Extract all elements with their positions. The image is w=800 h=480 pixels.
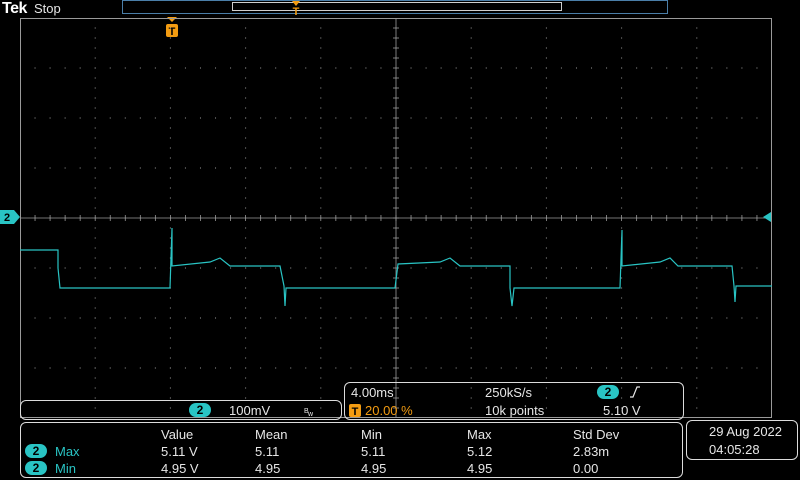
measurement-std-dev: 2.83m [573,444,610,459]
measurement-max: 4.95 [467,461,493,476]
measurement-value: 4.95 V [161,461,199,476]
timebase-panel[interactable]: 4.00ms 250kS/s 2 T 20.00 % 10k points 5.… [344,382,684,420]
measurement-value: 5.11 V [161,444,198,459]
measurement-mean: 4.95 [255,461,281,476]
header-mean: Mean [255,427,288,442]
measurement-name: Max [55,444,80,459]
header-min: Min [361,427,382,442]
measurement-min: 5.11 [361,444,386,459]
svg-text:w: w [307,411,314,417]
svg-text:T: T [352,406,359,418]
measurement-max: 5.12 [467,444,493,459]
graticule-grid [20,18,772,418]
datetime-panel: 29 Aug 2022 04:05:28 [686,420,798,460]
header-max: Max [467,427,492,442]
channel-2-ground-marker[interactable]: 2 [0,208,22,226]
trigger-position: 20.00 % [365,403,413,418]
acquisition-status: Stop [34,1,61,16]
channel-2-badge: 2 [189,403,211,417]
trigger-level-marker[interactable] [760,211,772,223]
svg-text:T: T [293,6,300,17]
measurements-panel[interactable]: Value Mean Min Max Std Dev 2 Max 5.11 V … [20,422,683,478]
trigger-position-badge-icon: T [349,404,361,418]
sample-rate: 250kS/s [485,385,532,400]
time-per-division: 4.00ms [351,385,394,400]
measurement-std-dev: 0.00 [573,461,599,476]
measurement-channel-badge: 2 [25,461,47,475]
measurement-mean: 5.11 [255,444,280,459]
time-display: 04:05:28 [709,442,760,457]
header-std-dev: Std Dev [573,427,620,442]
brand-logo: Tek [2,0,27,17]
trigger-level: 5.10 V [603,403,641,418]
record-length: 10k points [485,403,545,418]
vertical-scale: 100mV [229,403,271,418]
record-view-window[interactable] [232,2,562,11]
bandwidth-limit-icon: B w [304,408,314,417]
top-bar: Tek Stop T [0,0,800,18]
trigger-position-icon: T [292,1,300,17]
header-value: Value [161,427,194,442]
measurement-name: Min [55,461,76,476]
trigger-source-badge: 2 [597,385,619,399]
waveform-display[interactable] [20,18,772,418]
measurement-min: 4.95 [361,461,387,476]
channel-scale-panel[interactable]: 2 100mV B w [20,400,342,420]
measurement-channel-badge: 2 [25,444,47,458]
date-display: 29 Aug 2022 [709,424,783,439]
rising-edge-icon [630,386,640,398]
svg-text:2: 2 [4,212,10,224]
